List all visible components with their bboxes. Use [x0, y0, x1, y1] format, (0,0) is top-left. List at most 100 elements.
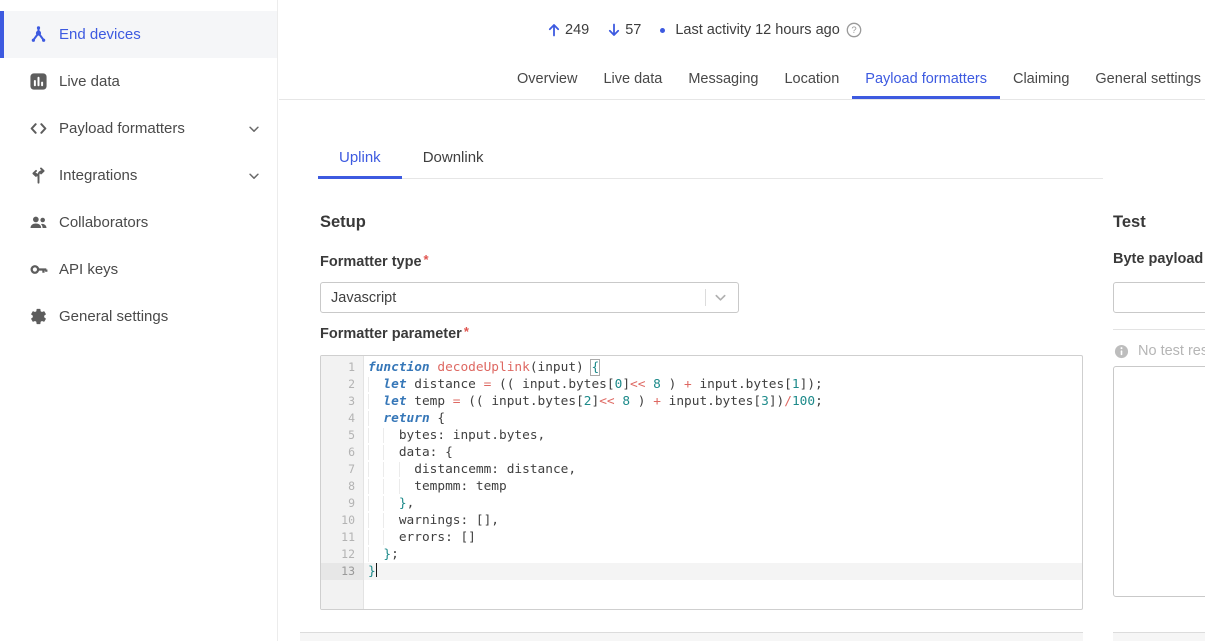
byte-payload-label: Byte payload	[1113, 251, 1203, 267]
line-number: 3	[321, 393, 363, 410]
line-number: 4	[321, 410, 363, 427]
tab-messaging[interactable]: Messaging	[675, 63, 771, 99]
line-number: 7	[321, 461, 363, 478]
last-activity-text: Last activity 12 hours ago	[675, 22, 839, 38]
line-number: 12	[321, 546, 363, 563]
test-panel-divider	[1113, 329, 1205, 330]
sidebar-item-integrations[interactable]: Integrations	[0, 152, 277, 199]
section-divider	[300, 632, 1083, 641]
sidebar-item-label: End devices	[59, 26, 141, 43]
collaborators-icon	[29, 213, 48, 232]
no-test-results-row: No test results yet	[1114, 343, 1205, 359]
device-tabs: OverviewLive dataMessagingLocationPayloa…	[504, 63, 1205, 99]
code-line[interactable]: errors: []	[364, 529, 1082, 546]
line-number: 13	[321, 563, 363, 580]
line-number: 8	[321, 478, 363, 495]
code-line[interactable]: function decodeUplink(input) {	[364, 359, 1082, 376]
tab-location[interactable]: Location	[771, 63, 852, 99]
code-editor[interactable]: 12345678910111213 function decodeUplink(…	[320, 355, 1083, 610]
sidebar-item-end-devices[interactable]: End devices	[0, 11, 277, 58]
integrations-icon	[29, 166, 48, 185]
sidebar: End devices Live data Payload formatters In…	[0, 0, 278, 641]
end-devices-icon	[29, 25, 48, 44]
formatter-type-label: Formatter type*	[320, 252, 429, 270]
subtab-uplink[interactable]: Uplink	[318, 141, 402, 179]
tab-live-data[interactable]: Live data	[590, 63, 675, 99]
sidebar-item-label: General settings	[59, 308, 168, 325]
header-divider	[279, 99, 1205, 100]
line-number: 9	[321, 495, 363, 512]
code-icon	[29, 119, 48, 138]
subtab-downlink[interactable]: Downlink	[402, 141, 505, 179]
code-line[interactable]: let distance = (( input.bytes[0]<< 8 ) +…	[364, 376, 1082, 393]
formatter-subtabs: UplinkDownlink	[318, 141, 505, 179]
sidebar-item-live-data[interactable]: Live data	[0, 58, 277, 105]
code-line[interactable]: let temp = (( input.bytes[2]<< 8 ) + inp…	[364, 393, 1082, 410]
select-separator	[705, 289, 706, 306]
sidebar-item-label: Integrations	[59, 167, 137, 184]
tab-claiming[interactable]: Claiming	[1000, 63, 1082, 99]
tab-general-settings[interactable]: General settings	[1082, 63, 1205, 99]
formatter-type-value: Javascript	[331, 290, 705, 306]
svg-text:?: ?	[851, 25, 856, 36]
code-line[interactable]: return {	[364, 410, 1082, 427]
key-icon	[29, 260, 48, 279]
formatter-type-select[interactable]: Javascript	[320, 282, 739, 313]
device-payload-formatters-page: End devices Live data Payload formatters In…	[0, 0, 1205, 641]
tab-payload-formatters[interactable]: Payload formatters	[852, 63, 1000, 99]
section-divider	[1113, 632, 1205, 641]
test-result-output	[1113, 366, 1205, 597]
code-line[interactable]: tempmm: temp	[364, 478, 1082, 495]
downlink-count: 57	[606, 22, 641, 38]
sidebar-items: End devices Live data Payload formatters In…	[0, 11, 277, 340]
line-number: 10	[321, 512, 363, 529]
activity-stats: 249 57 Last activity 12 hours ago ?	[546, 17, 862, 43]
no-test-results-text: No test results yet	[1138, 343, 1205, 359]
line-number: 11	[321, 529, 363, 546]
formatter-parameter-label-text: Formatter parameter	[320, 326, 462, 342]
formatter-type-label-text: Formatter type	[320, 254, 422, 270]
test-section-title: Test	[1113, 213, 1146, 232]
sidebar-item-general-settings[interactable]: General settings	[0, 293, 277, 340]
code-line[interactable]: warnings: [],	[364, 512, 1082, 529]
required-marker: *	[464, 324, 469, 339]
downlink-count-value: 57	[625, 22, 641, 38]
editor-code-area[interactable]: function decodeUplink(input) { let dista…	[364, 356, 1082, 609]
uplink-count-value: 249	[565, 22, 589, 38]
live-data-icon	[29, 72, 48, 91]
line-number: 1	[321, 359, 363, 376]
line-number: 6	[321, 444, 363, 461]
sidebar-item-label: Collaborators	[59, 214, 148, 231]
chevron-down-icon	[713, 290, 728, 305]
code-line[interactable]: };	[364, 546, 1082, 563]
sidebar-item-api-keys[interactable]: API keys	[0, 246, 277, 293]
sidebar-item-payload-formatters[interactable]: Payload formatters	[0, 105, 277, 152]
byte-payload-input[interactable]	[1113, 282, 1205, 313]
arrow-up-icon	[546, 22, 562, 38]
sidebar-item-label: Payload formatters	[59, 120, 185, 137]
uplink-count: 249	[546, 22, 589, 38]
info-icon	[1114, 344, 1129, 359]
code-line[interactable]: bytes: input.bytes,	[364, 427, 1082, 444]
required-marker: *	[424, 252, 429, 267]
line-number: 2	[321, 376, 363, 393]
sidebar-item-collaborators[interactable]: Collaborators	[0, 199, 277, 246]
text-cursor	[376, 563, 377, 577]
code-line[interactable]: },	[364, 495, 1082, 512]
code-line[interactable]: }	[364, 563, 1082, 580]
line-number: 5	[321, 427, 363, 444]
gear-icon	[29, 307, 48, 326]
chevron-down-icon	[247, 122, 261, 136]
help-icon[interactable]: ?	[846, 22, 862, 38]
editor-gutter: 12345678910111213	[321, 356, 364, 609]
tab-overview[interactable]: Overview	[504, 63, 590, 99]
code-line[interactable]: data: {	[364, 444, 1082, 461]
setup-section-title: Setup	[320, 213, 366, 232]
sidebar-item-label: Live data	[59, 73, 120, 90]
chevron-down-icon	[247, 169, 261, 183]
code-line[interactable]: distancemm: distance,	[364, 461, 1082, 478]
sidebar-item-label: API keys	[59, 261, 118, 278]
formatter-parameter-label: Formatter parameter*	[320, 324, 469, 342]
arrow-down-icon	[606, 22, 622, 38]
status-dot	[660, 28, 665, 33]
